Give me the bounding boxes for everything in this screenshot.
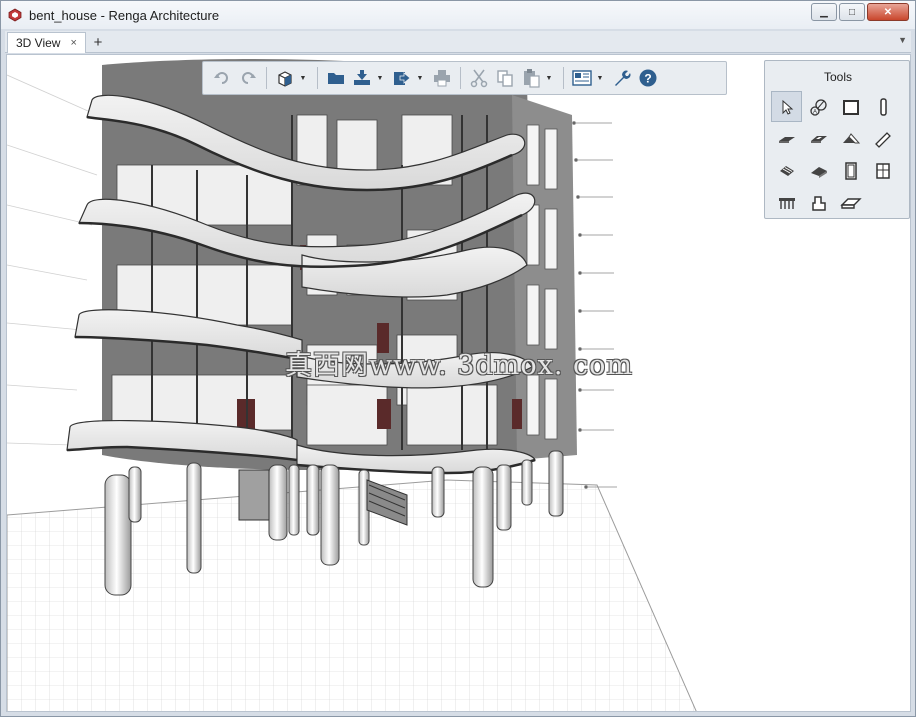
tab-bar: 3D View × + ▼ xyxy=(5,31,911,53)
door-tool-icon xyxy=(844,161,857,180)
add-tab-button[interactable]: + xyxy=(89,33,107,51)
beam-tool-icon xyxy=(874,131,891,148)
renga-logo-icon xyxy=(7,7,23,23)
svg-text:?: ? xyxy=(644,72,651,86)
tools-grid: A xyxy=(771,91,898,218)
undo-icon xyxy=(214,72,228,84)
minimize-icon: ▁ xyxy=(820,6,828,18)
copy-icon xyxy=(497,70,513,87)
roof-tool-button[interactable] xyxy=(835,123,866,154)
tab-close-icon[interactable]: × xyxy=(70,37,76,49)
ramp-tool-icon xyxy=(810,166,827,178)
view-cube-icon xyxy=(278,71,292,87)
maximize-button[interactable]: □ xyxy=(839,3,865,21)
import-button[interactable] xyxy=(349,65,375,91)
help-button[interactable]: ? xyxy=(635,65,661,91)
tools-panel: Tools A xyxy=(764,60,910,219)
cut-icon xyxy=(470,69,488,88)
level-markers xyxy=(572,121,617,489)
drawings-dropdown-icon[interactable]: ▼ xyxy=(595,75,605,82)
perspective-lines xyxy=(7,74,98,446)
cut-button[interactable] xyxy=(466,65,492,91)
object-tool-icon xyxy=(811,195,826,211)
door-tool-button[interactable] xyxy=(835,155,866,186)
window-tool-icon xyxy=(875,162,890,179)
toolbar-separator xyxy=(266,67,267,89)
tools-panel-title: Tools xyxy=(823,70,852,84)
export-dropdown-icon[interactable]: ▼ xyxy=(415,75,425,82)
open-button[interactable] xyxy=(323,65,349,91)
main-toolbar: ▼ ▼ ▼ ▼ ▼ ? xyxy=(202,61,727,95)
floor-tool-button[interactable] xyxy=(771,123,802,154)
column-tool-button[interactable] xyxy=(867,91,898,122)
roof-tool-icon xyxy=(842,132,860,143)
tab-label: 3D View xyxy=(16,36,61,50)
settings-wrench-icon xyxy=(615,70,631,86)
paste-dropdown-icon[interactable]: ▼ xyxy=(544,75,554,82)
minimize-button[interactable]: ▁ xyxy=(811,3,837,21)
opening-tool-icon xyxy=(810,135,827,143)
redo-button[interactable] xyxy=(235,65,261,91)
drawings-icon xyxy=(572,70,592,86)
select-tool-icon xyxy=(782,99,793,115)
railing-tool-button[interactable] xyxy=(771,187,802,218)
object-tool-button[interactable] xyxy=(803,187,834,218)
wall-tool-icon xyxy=(842,99,859,115)
room-tool-button[interactable] xyxy=(835,187,866,218)
window-tool-button[interactable] xyxy=(867,155,898,186)
close-button[interactable]: ✕ xyxy=(867,3,909,21)
axis-tool-button[interactable]: A xyxy=(803,91,834,122)
copy-button[interactable] xyxy=(492,65,518,91)
railing-tool-icon xyxy=(778,197,795,209)
export-icon xyxy=(394,72,411,85)
tab-3d-view[interactable]: 3D View × xyxy=(7,32,86,53)
window-title: bent_house - Renga Architecture xyxy=(29,7,220,23)
view-cube-dropdown-icon[interactable]: ▼ xyxy=(298,75,308,82)
beam-tool-button[interactable] xyxy=(867,123,898,154)
svg-text:A: A xyxy=(812,109,816,115)
select-tool-button[interactable] xyxy=(771,91,802,122)
3d-viewport[interactable]: ▼ ▼ ▼ ▼ ▼ ? Tools A 真西网www. 3dmox. com xyxy=(6,54,911,712)
settings-button[interactable] xyxy=(609,65,635,91)
undo-button[interactable] xyxy=(209,65,235,91)
tab-list-dropdown-icon[interactable]: ▼ xyxy=(898,35,907,45)
title-bar[interactable]: bent_house - Renga Architecture ▁ □ ✕ xyxy=(1,1,915,29)
help-icon: ? xyxy=(639,69,657,87)
import-icon xyxy=(354,70,370,85)
print-icon xyxy=(434,70,450,87)
view-cube-button[interactable] xyxy=(272,65,298,91)
close-icon: ✕ xyxy=(883,6,893,18)
paste-button[interactable] xyxy=(518,65,544,91)
ground-floor-block xyxy=(238,469,270,521)
maximize-icon: □ xyxy=(848,6,856,18)
redo-icon xyxy=(242,72,256,84)
stair-tool-button[interactable] xyxy=(771,155,802,186)
wall-tool-button[interactable] xyxy=(835,91,866,122)
ramp-tool-button[interactable] xyxy=(803,155,834,186)
axis-tool-icon: A xyxy=(809,98,827,116)
watermark-text: 真西网www. 3dmox. com xyxy=(285,350,633,381)
opening-tool-button[interactable] xyxy=(803,123,834,154)
print-button[interactable] xyxy=(429,65,455,91)
export-button[interactable] xyxy=(389,65,415,91)
column-tool-icon xyxy=(879,97,887,116)
room-tool-icon xyxy=(839,197,862,209)
drawings-button[interactable] xyxy=(569,65,595,91)
toolbar-separator xyxy=(563,67,564,89)
floor-tool-icon xyxy=(778,136,795,143)
import-dropdown-icon[interactable]: ▼ xyxy=(375,75,385,82)
open-folder-icon xyxy=(328,73,344,84)
toolbar-separator xyxy=(460,67,461,89)
app-window: bent_house - Renga Architecture ▁ □ ✕ 3D… xyxy=(0,0,916,717)
stair-tool-icon xyxy=(779,165,794,176)
toolbar-separator xyxy=(317,67,318,89)
paste-icon xyxy=(524,69,540,88)
